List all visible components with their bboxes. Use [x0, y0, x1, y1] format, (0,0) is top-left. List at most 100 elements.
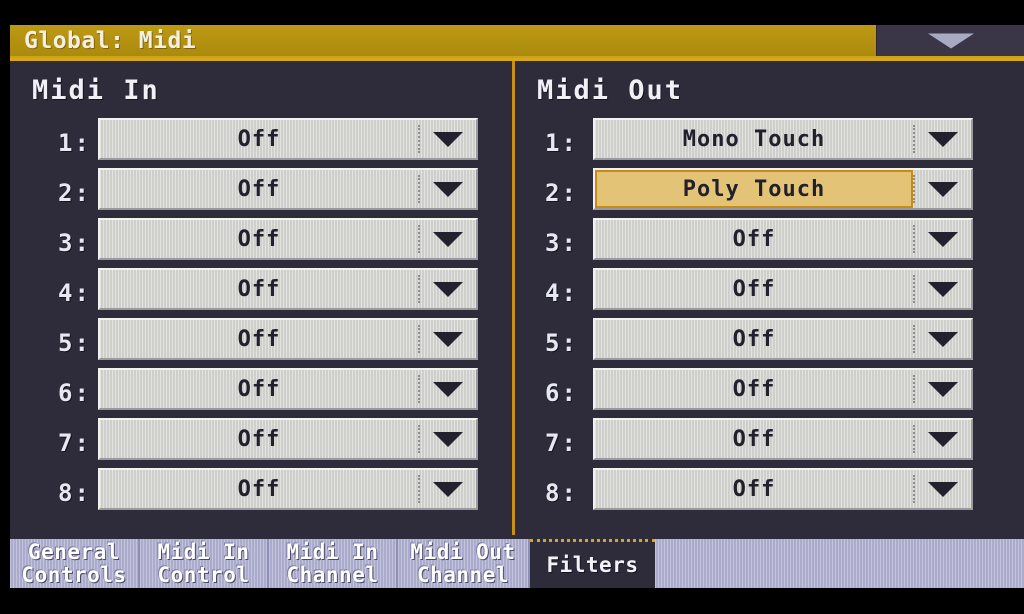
- chevron-down-icon: [928, 331, 958, 347]
- dropdown-arrow-button[interactable]: [420, 270, 476, 308]
- dropdown-midi-in-6[interactable]: Off: [98, 368, 478, 410]
- tab-general-controls[interactable]: General Controls: [10, 539, 140, 588]
- row-index-label: 5:: [545, 329, 578, 357]
- page-title: Global: Midi: [24, 28, 197, 54]
- row-index-label: 1:: [58, 129, 91, 157]
- dropdown-value: Off: [732, 476, 776, 502]
- dropdown-value: Mono Touch: [682, 126, 826, 152]
- tab-filters[interactable]: Filters: [530, 539, 655, 588]
- dropdown-midi-out-4[interactable]: Off: [593, 268, 973, 310]
- dropdown-arrow-button[interactable]: [420, 470, 476, 508]
- dropdown-midi-out-6[interactable]: Off: [593, 368, 973, 410]
- row-index-label: 8:: [58, 479, 91, 507]
- row-index-label: 2:: [545, 179, 578, 207]
- parameter-row: 8: Off: [10, 468, 510, 518]
- tab-label-line1: Filters: [546, 552, 639, 577]
- dropdown-midi-out-1[interactable]: Mono Touch: [593, 118, 973, 160]
- dropdown-value: Off: [237, 376, 281, 402]
- midi-in-panel: Midi In 1: Off 2: Off 3: Off 4: Off 5: Off 6: Off 7:…: [10, 61, 510, 539]
- chevron-down-icon: [433, 281, 463, 297]
- dropdown-midi-out-7[interactable]: Off: [593, 418, 973, 460]
- dropdown-midi-in-3[interactable]: Off: [98, 218, 478, 260]
- dropdown-midi-out-3[interactable]: Off: [593, 218, 973, 260]
- dropdown-midi-in-8[interactable]: Off: [98, 468, 478, 510]
- dropdown-midi-out-5[interactable]: Off: [593, 318, 973, 360]
- dropdown-arrow-button[interactable]: [915, 370, 971, 408]
- dropdown-arrow-button[interactable]: [915, 120, 971, 158]
- parameter-row: 1: Off: [10, 118, 510, 168]
- dropdown-value: Off: [732, 276, 776, 302]
- page-menu-button[interactable]: [876, 25, 1024, 56]
- dropdown-midi-in-5[interactable]: Off: [98, 318, 478, 360]
- dropdown-value: Off: [732, 326, 776, 352]
- dropdown-arrow-button[interactable]: [915, 170, 971, 208]
- scanline-overlay: [655, 539, 1024, 588]
- tab-bar: General Controls Midi In Control Midi In Chan…: [10, 539, 1024, 588]
- dropdown-arrow-button[interactable]: [420, 220, 476, 258]
- device-screen-bezel: Global: Midi Midi In 1: Off 2: Off 3: Off 4: Of…: [0, 0, 1024, 614]
- tab-label-line2: Channel: [286, 562, 379, 587]
- row-index-label: 2:: [58, 179, 91, 207]
- parameter-row: 7: Off: [515, 418, 1024, 468]
- parameter-row: 5: Off: [10, 318, 510, 368]
- parameter-row: 6: Off: [515, 368, 1024, 418]
- dropdown-midi-out-8[interactable]: Off: [593, 468, 973, 510]
- dropdown-arrow-button[interactable]: [915, 470, 971, 508]
- dropdown-arrow-button[interactable]: [420, 170, 476, 208]
- chevron-down-icon: [928, 431, 958, 447]
- row-index-label: 1:: [545, 129, 578, 157]
- titlebar: Global: Midi: [10, 25, 1024, 58]
- dropdown-value: Off: [237, 276, 281, 302]
- tab-midi-in-channel[interactable]: Midi In Channel: [269, 539, 398, 588]
- dropdown-midi-out-2[interactable]: Poly Touch: [593, 168, 973, 210]
- dropdown-value: Off: [237, 326, 281, 352]
- dropdown-midi-in-1[interactable]: Off: [98, 118, 478, 160]
- chevron-down-icon: [433, 381, 463, 397]
- tab-label-line1: General: [27, 539, 120, 564]
- midi-in-row-list: 1: Off 2: Off 3: Off 4: Off 5: Off 6: Off 7: Off 8: Off: [10, 118, 510, 518]
- dropdown-midi-in-7[interactable]: Off: [98, 418, 478, 460]
- dropdown-arrow-button[interactable]: [420, 420, 476, 458]
- tab-label-line1: Midi In: [286, 539, 379, 564]
- chevron-down-icon: [433, 481, 463, 497]
- dropdown-arrow-button[interactable]: [915, 420, 971, 458]
- parameter-row: 3: Off: [515, 218, 1024, 268]
- parameter-row: 4: Off: [10, 268, 510, 318]
- parameter-row: 2: Off: [10, 168, 510, 218]
- dropdown-value: Off: [732, 426, 776, 452]
- tab-label-line2: Control: [157, 562, 250, 587]
- chevron-down-icon: [928, 481, 958, 497]
- chevron-down-icon: [928, 181, 958, 197]
- dropdown-arrow-button[interactable]: [420, 370, 476, 408]
- parameter-row: 4: Off: [515, 268, 1024, 318]
- tab-label-line1: Midi Out: [410, 539, 516, 564]
- chevron-down-icon: [433, 131, 463, 147]
- chevron-down-icon: [928, 131, 958, 147]
- dropdown-midi-in-2[interactable]: Off: [98, 168, 478, 210]
- row-index-label: 4:: [58, 279, 91, 307]
- tab-midi-out-channel[interactable]: Midi Out Channel: [398, 539, 530, 588]
- parameter-row: 2: Poly Touch: [515, 168, 1024, 218]
- dropdown-arrow-button[interactable]: [420, 320, 476, 358]
- row-index-label: 3:: [545, 229, 578, 257]
- dropdown-midi-in-4[interactable]: Off: [98, 268, 478, 310]
- dropdown-arrow-button[interactable]: [915, 220, 971, 258]
- chevron-down-icon: [928, 281, 958, 297]
- dropdown-arrow-button[interactable]: [915, 320, 971, 358]
- row-index-label: 6:: [58, 379, 91, 407]
- row-index-label: 4:: [545, 279, 578, 307]
- dropdown-arrow-button[interactable]: [420, 120, 476, 158]
- parameter-row: 5: Off: [515, 318, 1024, 368]
- chevron-down-icon: [928, 381, 958, 397]
- tab-label-line1: Midi In: [157, 539, 250, 564]
- row-index-label: 8:: [545, 479, 578, 507]
- tab-label-line2: Channel: [416, 562, 509, 587]
- parameter-row: 1: Mono Touch: [515, 118, 1024, 168]
- tab-midi-in-control[interactable]: Midi In Control: [140, 539, 269, 588]
- dropdown-value: Off: [237, 176, 281, 202]
- chevron-down-icon: [433, 431, 463, 447]
- row-index-label: 7:: [545, 429, 578, 457]
- midi-in-heading: Midi In: [32, 75, 160, 106]
- dropdown-arrow-button[interactable]: [915, 270, 971, 308]
- parameter-row: 8: Off: [515, 468, 1024, 518]
